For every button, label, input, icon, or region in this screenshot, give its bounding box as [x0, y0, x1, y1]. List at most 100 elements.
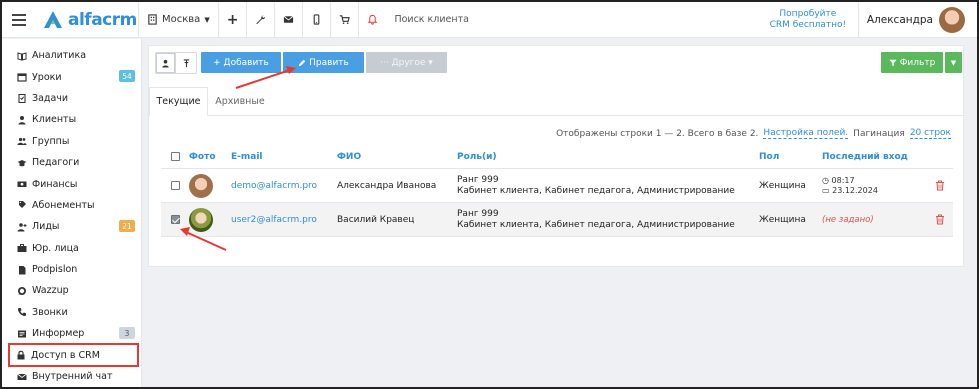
sidebar-item-label: Задачи: [32, 92, 69, 104]
sidebar-item-label: Клиенты: [32, 114, 77, 126]
col-fio[interactable]: ФИО: [337, 152, 457, 162]
tab-archive[interactable]: Архивные: [208, 87, 272, 116]
email-link[interactable]: demo@alfacrm.pro: [231, 181, 317, 191]
sidebar-item-teachers[interactable]: Педагоги: [2, 152, 141, 173]
add-button[interactable]: + Добавить: [201, 52, 281, 73]
sidebar-item-lessons[interactable]: Уроки 54: [2, 66, 141, 87]
sidebar-item-label: Уроки: [32, 71, 62, 83]
sidebar-item-wazzup[interactable]: Wazzup: [2, 280, 141, 301]
sidebar-item-analytics[interactable]: Аналитика: [2, 45, 141, 66]
teacher-icon: [16, 157, 27, 168]
sidebar-item-legal-entities[interactable]: Юр. лица: [2, 238, 141, 259]
row-checkbox[interactable]: [170, 181, 180, 190]
col-photo[interactable]: Фото: [189, 152, 231, 162]
logo-icon: [44, 10, 62, 28]
table-row[interactable]: user2@alfacrm.pro Василий Кравец Ранг 99…: [161, 203, 953, 237]
logo[interactable]: alfacrm: [36, 2, 138, 38]
sidebar-item-label: Педагоги: [32, 157, 80, 169]
edit-button-label: Править: [309, 57, 349, 68]
sidebar-item-label: Доступ в CRM: [31, 349, 100, 361]
sidebar-item-calls[interactable]: Звонки: [2, 302, 141, 323]
sidebar-item-podpislon[interactable]: Podpislon: [2, 259, 141, 280]
add-icon[interactable]: +: [219, 2, 247, 38]
trash-icon[interactable]: [935, 180, 945, 191]
sidebar-item-leads[interactable]: Лиды 21: [2, 216, 141, 237]
chevron-down-icon: ▼: [950, 58, 957, 67]
trash-icon[interactable]: [935, 214, 945, 225]
role-list: Кабинет клиента, Кабинет педагога, Админ…: [457, 185, 735, 196]
sidebar-item-label: Юр. лица: [32, 242, 79, 254]
table-meta: Отображены строки 1 — 2. Всего в базе 2.…: [556, 128, 951, 139]
trial-line-2: CRM бесплатно!: [769, 19, 847, 30]
trial-link[interactable]: Попробуйте CRM бесплатно!: [766, 9, 850, 31]
group-icon: [16, 136, 27, 147]
city-label: Москва: [162, 14, 201, 25]
other-button[interactable]: ··· Другое ▾: [366, 52, 447, 73]
mobile-icon[interactable]: [303, 2, 330, 38]
filter-button-label: Фильтр: [899, 57, 936, 68]
sidebar-item-internal-chat[interactable]: Внутренний чат: [2, 366, 141, 387]
money-icon: [16, 179, 27, 190]
phone-icon: [16, 307, 27, 318]
row-checkbox[interactable]: [170, 215, 180, 224]
wrench-icon[interactable]: [247, 2, 274, 38]
trial-line-1: Попробуйте: [779, 8, 837, 19]
sidebar-item-finance[interactable]: Финансы: [2, 173, 141, 194]
field-settings-link[interactable]: Настройка полей.: [763, 128, 849, 139]
col-email[interactable]: E-mail: [231, 152, 337, 162]
pagination-select[interactable]: 20 строк: [909, 128, 951, 139]
sidebar-item-label: Информер: [32, 328, 85, 340]
sidebar-item-label: Группы: [32, 135, 70, 147]
rows-shown-text: Отображены строки 1 — 2. Всего в базе 2.: [556, 128, 759, 139]
sidebar-item-clients[interactable]: Клиенты: [2, 109, 141, 130]
sidebar-item-tasks[interactable]: Задачи: [2, 88, 141, 109]
col-role[interactable]: Роль(и): [457, 152, 759, 162]
tab-current[interactable]: Текущие: [149, 87, 208, 116]
city-selector[interactable]: Москва ▼: [139, 2, 218, 38]
user-menu[interactable]: Александра: [857, 2, 977, 38]
sidebar-item-label: Финансы: [32, 178, 78, 190]
col-sex[interactable]: Пол: [759, 152, 822, 162]
leads-count-badge: 21: [119, 220, 135, 233]
users-table: Фото E-mail ФИО Роль(и) Пол Последний вх…: [161, 145, 953, 237]
avatar: [939, 6, 965, 33]
envelope-icon[interactable]: [275, 2, 302, 38]
avatar: [189, 173, 213, 198]
user-view-icon[interactable]: [156, 53, 176, 73]
sidebar-item-subscriptions[interactable]: Абонементы: [2, 195, 141, 216]
edit-button[interactable]: Править: [283, 52, 364, 73]
sex-cell: Женщина: [759, 180, 806, 191]
search-input[interactable]: [394, 14, 595, 25]
sidebar-item-label: Лиды: [32, 221, 60, 233]
filter-dropdown-button[interactable]: ▼: [945, 52, 962, 73]
pagination-label: Пагинация: [853, 128, 905, 139]
analytics-icon: [16, 50, 27, 61]
menu-toggle-icon[interactable]: [2, 13, 36, 26]
email-link[interactable]: user2@alfacrm.pro: [231, 215, 317, 225]
col-last-login[interactable]: Последний вход: [822, 152, 927, 162]
role-rank: Ранг 999: [457, 208, 499, 219]
select-all-checkbox[interactable]: [170, 152, 180, 161]
logo-text: alfacrm: [68, 9, 137, 30]
pin-icon[interactable]: [176, 53, 196, 73]
add-button-label: + Добавить: [213, 57, 269, 68]
sidebar-item-groups[interactable]: Группы: [2, 131, 141, 152]
filter-button[interactable]: Фильтр: [881, 52, 943, 73]
role-list: Кабинет клиента, Кабинет педагога, Админ…: [457, 219, 735, 230]
table-row[interactable]: demo@alfacrm.pro Александра Иванова Ранг…: [161, 169, 953, 203]
bell-icon[interactable]: [359, 2, 386, 38]
role-cell: Ранг 999 Кабинет клиента, Кабинет педаго…: [457, 175, 759, 197]
sidebar-item-crm-access[interactable]: Доступ в CRM: [8, 343, 139, 367]
toolbar: + Добавить Править ··· Другое ▾ Фильтр ▼: [149, 46, 963, 82]
client-search[interactable]: [386, 2, 765, 38]
sidebar-item-label: Абонементы: [32, 199, 95, 211]
users-panel: + Добавить Править ··· Другое ▾ Фильтр ▼…: [148, 45, 964, 267]
cart-icon[interactable]: [331, 2, 358, 38]
sidebar-item-informer[interactable]: Информер 3: [2, 323, 141, 344]
briefcase-icon: [16, 243, 27, 254]
tabs: Текущие Архивные: [149, 87, 963, 116]
filter-icon: [889, 59, 897, 66]
calendar-icon: [16, 72, 27, 83]
fio-cell: Александра Иванова: [337, 180, 437, 191]
tasks-icon: [16, 93, 27, 104]
